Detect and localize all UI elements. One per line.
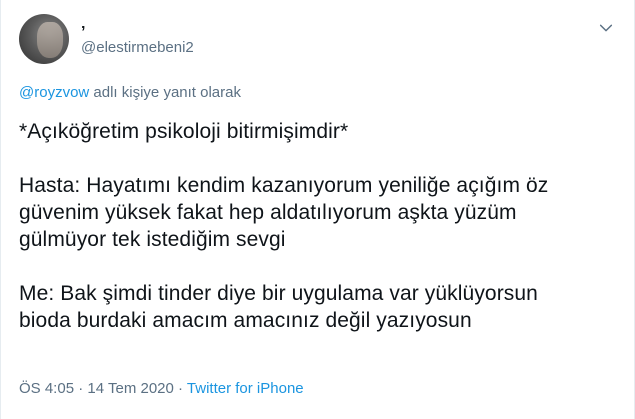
chevron-down-icon[interactable] [598, 20, 614, 36]
meta-separator: · [173, 380, 187, 397]
tweet-line: Me: Bak şimdi tinder diye bir uygulama v… [19, 282, 538, 305]
tweet-line: *Açıköğretim psikoloji bitirmişimdir* [19, 120, 349, 143]
tweet-line: Hasta: Hayatımı kendim kazanıyorum yenil… [19, 174, 549, 197]
tweet-line: bioda burdaki amacım amacınız değil yazı… [19, 309, 472, 332]
tweet-meta: ÖS 4:05 · 14 Tem 2020 · Twitter for iPho… [19, 380, 304, 398]
reply-context-label: adlı kişiye yanıt olarak [89, 84, 241, 101]
reply-mention-link[interactable]: @royzvow [19, 84, 89, 101]
tweet-card: ‚ @elestirmebeni2 @royzvow adlı kişiye y… [0, 0, 635, 419]
tweet-time[interactable]: ÖS 4:05 [19, 380, 74, 397]
reply-context: @royzvow adlı kişiye yanıt olarak [19, 83, 241, 103]
tweet-line-spacer [19, 253, 619, 280]
avatar[interactable] [19, 14, 69, 64]
display-name[interactable]: ‚ [81, 16, 85, 32]
tweet-line-spacer [19, 145, 619, 172]
tweet-date[interactable]: 14 Tem 2020 [87, 380, 173, 397]
username[interactable]: @elestirmebeni2 [81, 39, 194, 57]
tweet-source-link[interactable]: Twitter for iPhone [187, 380, 304, 397]
avatar-face [37, 22, 63, 58]
tweet-line: gülmüyor tek istediğim sevgi [19, 228, 286, 251]
tweet-line: güvenim yüksek fakat hep aldatılıyorum a… [19, 201, 517, 224]
meta-separator: · [74, 380, 88, 397]
tweet-text: *Açıköğretim psikoloji bitirmişimdir* Ha… [19, 118, 619, 334]
